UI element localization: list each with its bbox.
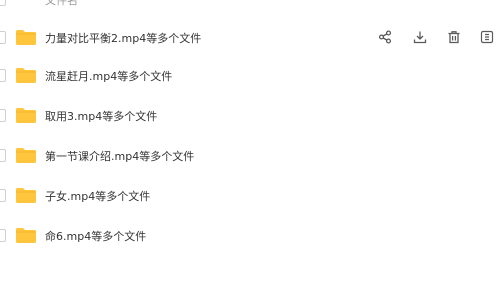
- row-actions: [370, 26, 500, 50]
- folder-icon: [16, 67, 36, 83]
- file-name[interactable]: 流星赶月.mp4等多个文件: [45, 68, 172, 84]
- file-name[interactable]: 命6.mp4等多个文件: [45, 228, 146, 244]
- delete-icon[interactable]: [443, 26, 465, 48]
- file-row[interactable]: 子女.mp4等多个文件: [0, 178, 500, 214]
- row-checkbox[interactable]: [0, 229, 6, 242]
- column-header-filename[interactable]: 文件名: [45, 0, 78, 8]
- row-checkbox[interactable]: [0, 69, 6, 82]
- file-name[interactable]: 取用3.mp4等多个文件: [45, 108, 157, 124]
- file-row[interactable]: 流星赶月.mp4等多个文件: [0, 58, 500, 94]
- row-checkbox[interactable]: [0, 189, 6, 202]
- folder-icon: [16, 147, 36, 163]
- folder-icon: [16, 107, 36, 123]
- row-checkbox[interactable]: [0, 149, 6, 162]
- more-icon[interactable]: [476, 26, 498, 48]
- select-all-checkbox[interactable]: [0, 0, 6, 6]
- folder-icon: [16, 227, 36, 243]
- row-checkbox[interactable]: [0, 31, 6, 44]
- file-row[interactable]: 第一节课介绍.mp4等多个文件: [0, 138, 500, 174]
- file-name[interactable]: 力量对比平衡2.mp4等多个文件: [45, 30, 201, 46]
- file-name[interactable]: 子女.mp4等多个文件: [45, 188, 150, 204]
- folder-icon: [16, 187, 36, 203]
- folder-icon: [16, 29, 36, 45]
- list-header: 文件名: [0, 0, 500, 8]
- file-name[interactable]: 第一节课介绍.mp4等多个文件: [45, 148, 194, 164]
- file-row[interactable]: 取用3.mp4等多个文件: [0, 98, 500, 134]
- file-row[interactable]: 命6.mp4等多个文件: [0, 218, 500, 254]
- download-icon[interactable]: [409, 26, 431, 48]
- share-icon[interactable]: [374, 26, 396, 48]
- file-row[interactable]: 力量对比平衡2.mp4等多个文件: [0, 20, 500, 56]
- row-checkbox[interactable]: [0, 109, 6, 122]
